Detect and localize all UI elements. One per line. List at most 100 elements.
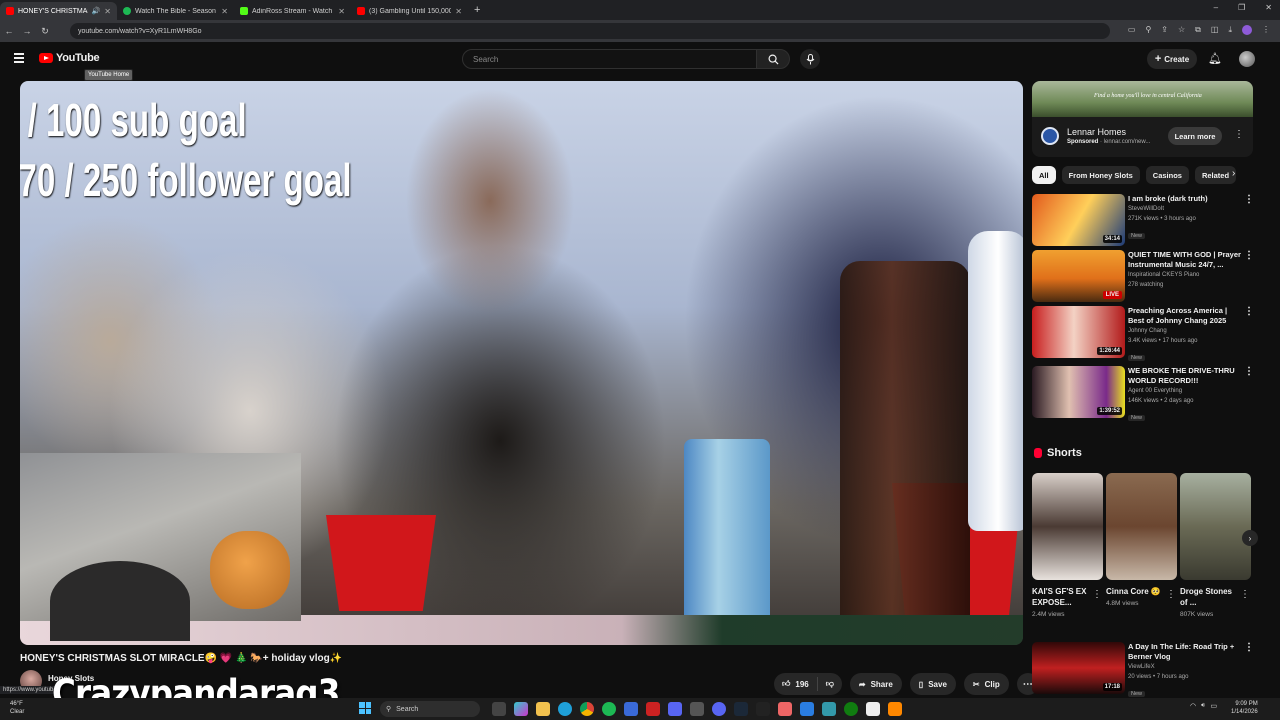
video-menu-icon[interactable]: ⋮: [1244, 194, 1254, 205]
short-thumbnail[interactable]: [1032, 473, 1103, 580]
app-icon[interactable]: [646, 702, 660, 716]
chip-from-channel[interactable]: From Honey Slots: [1061, 166, 1140, 184]
dislike-button[interactable]: 👎︎: [818, 679, 842, 689]
task-view-icon[interactable]: [492, 702, 506, 716]
ad-menu-icon[interactable]: ⋮: [1234, 129, 1244, 140]
cast-icon[interactable]: ▭: [1128, 25, 1136, 35]
browser-tab-3[interactable]: AdinRoss Stream - Watch Live ✕: [234, 2, 351, 20]
recommended-video[interactable]: 1:39:52 WE BROKE THE DRIVE-THRU WORLD RE…: [1032, 366, 1262, 421]
app-icon[interactable]: [624, 702, 638, 716]
video-thumbnail[interactable]: 34:14: [1032, 194, 1125, 246]
recommended-video[interactable]: 17:18 A Day In The Life: Road Trip + Ber…: [1032, 642, 1262, 697]
short-menu-icon[interactable]: ⋮: [1166, 589, 1176, 600]
maximize-icon[interactable]: ❐: [1238, 3, 1245, 12]
shorts-next-icon[interactable]: ›: [1242, 530, 1258, 546]
app-icon[interactable]: [778, 702, 792, 716]
chip-all[interactable]: All: [1032, 166, 1056, 184]
browser-tab-2[interactable]: Watch The Bible - Season 1 Fo ✕: [117, 2, 234, 20]
browser-tab-1[interactable]: HONEY'S CHRISTMAS SLOT 🔊 ✕: [0, 2, 117, 20]
video-player[interactable]: 0 / 100 sub goal 170 / 250 follower goal: [20, 81, 1023, 645]
forward-icon[interactable]: →: [18, 26, 36, 36]
video-thumbnail[interactable]: 1:39:52: [1032, 366, 1125, 418]
kick-icon[interactable]: [756, 702, 770, 716]
create-button[interactable]: + Create: [1147, 49, 1197, 69]
weather-widget[interactable]: 46°F Clear: [10, 700, 24, 716]
video-thumbnail[interactable]: 1:26:44: [1032, 306, 1125, 358]
wifi-icon[interactable]: ◠: [1190, 702, 1196, 710]
recommended-video[interactable]: 34:14 I am broke (dark truth) SteveWillD…: [1032, 194, 1262, 246]
close-tab-icon[interactable]: ✕: [104, 7, 111, 16]
bookmark-star-icon[interactable]: ☆: [1178, 25, 1185, 35]
chevron-right-icon[interactable]: ›: [1232, 168, 1235, 179]
notifications-bell-icon[interactable]: 🔔︎: [1208, 52, 1222, 65]
chip-casinos[interactable]: Casinos: [1145, 166, 1189, 184]
battery-icon[interactable]: ▭: [1211, 702, 1218, 710]
video-menu-icon[interactable]: ⋮: [1244, 366, 1254, 377]
xbox-icon[interactable]: [844, 702, 858, 716]
recommended-video[interactable]: 1:26:44 Preaching Across America | Best …: [1032, 306, 1262, 361]
close-window-icon[interactable]: ✕: [1265, 3, 1272, 12]
short-thumbnail[interactable]: [1106, 473, 1177, 580]
video-menu-icon[interactable]: ⋮: [1244, 642, 1254, 653]
clip-button[interactable]: ✂ Clip: [963, 673, 1009, 695]
volume-icon[interactable]: 🔉︎: [1201, 702, 1205, 710]
browser-menu-icon[interactable]: ⋮: [1262, 25, 1270, 35]
chip-related[interactable]: Related: [1194, 166, 1237, 184]
short-card[interactable]: KAI'S GF'S EX EXPOSE... 2.4M views ⋮: [1032, 473, 1103, 618]
close-tab-icon[interactable]: ✕: [455, 7, 462, 16]
video-menu-icon[interactable]: ⋮: [1244, 250, 1254, 261]
speaker-icon[interactable]: 🔊: [92, 7, 101, 15]
like-button[interactable]: 👍︎ 196: [774, 677, 818, 691]
edge-icon[interactable]: [558, 702, 572, 716]
video-thumbnail[interactable]: LIVE: [1032, 250, 1125, 302]
steam-icon[interactable]: [734, 702, 748, 716]
downloads-icon[interactable]: ⤓: [1228, 25, 1232, 35]
back-icon[interactable]: ←: [0, 26, 18, 36]
copilot-icon[interactable]: [514, 702, 528, 716]
taskbar-search[interactable]: ⚲ Search: [380, 701, 480, 717]
profile-icon[interactable]: [1242, 25, 1252, 35]
short-menu-icon[interactable]: ⋮: [1240, 589, 1250, 600]
recommended-video[interactable]: LIVE QUIET TIME WITH GOD | Prayer Instru…: [1032, 250, 1262, 302]
split-view-icon[interactable]: ◫: [1211, 25, 1219, 35]
file-explorer-icon[interactable]: [536, 702, 550, 716]
discord-icon[interactable]: [712, 702, 726, 716]
chrome-icon[interactable]: [580, 702, 594, 716]
close-tab-icon[interactable]: ✕: [338, 7, 345, 16]
url-field[interactable]: youtube.com/watch?v=XyR1LmWH8Go: [70, 23, 1110, 39]
short-card[interactable]: Droge Stones of ... 807K views ⋮: [1180, 473, 1251, 618]
spotify-icon[interactable]: [602, 702, 616, 716]
app-icon[interactable]: [822, 702, 836, 716]
account-avatar[interactable]: [1239, 51, 1255, 67]
video-menu-icon[interactable]: ⋮: [1244, 306, 1254, 317]
windows-start-icon[interactable]: [359, 702, 371, 714]
taskbar-clock[interactable]: 9:09 PM 1/14/2026: [1231, 700, 1258, 716]
menu-icon[interactable]: [14, 53, 24, 63]
browser-tab-4[interactable]: (3) Gambling Until 150,000 Sub ✕: [351, 2, 468, 20]
new-tab-icon[interactable]: +: [468, 4, 486, 16]
minimize-icon[interactable]: –: [1214, 3, 1218, 12]
reload-icon[interactable]: ↻: [36, 26, 54, 37]
extensions-icon[interactable]: ⧉: [1195, 25, 1201, 35]
app-icon[interactable]: [668, 702, 682, 716]
search-input[interactable]: Search: [462, 49, 758, 69]
youtube-logo[interactable]: YouTube: [39, 52, 100, 64]
app-icon[interactable]: [690, 702, 704, 716]
learn-more-button[interactable]: Learn more: [1168, 127, 1222, 145]
share-button[interactable]: ➦ Share: [849, 673, 902, 695]
short-thumbnail[interactable]: [1180, 473, 1251, 580]
app-icon[interactable]: [800, 702, 814, 716]
close-tab-icon[interactable]: ✕: [221, 7, 228, 16]
ad-banner-image[interactable]: Find a home you'll love in central Calif…: [1032, 81, 1253, 117]
save-button[interactable]: ▯ Save: [909, 673, 956, 695]
app-icon[interactable]: [866, 702, 880, 716]
search-button[interactable]: [756, 49, 790, 69]
short-menu-icon[interactable]: ⋮: [1092, 589, 1102, 600]
share-page-icon[interactable]: ⇪: [1161, 25, 1168, 35]
short-card[interactable]: Cinna Core 🥺 4.8M views ⋮: [1106, 473, 1177, 607]
app-icon[interactable]: [888, 702, 902, 716]
video-thumbnail[interactable]: 17:18: [1032, 642, 1125, 694]
voice-search-button[interactable]: [800, 49, 820, 69]
sponsored-ad-card[interactable]: Find a home you'll love in central Calif…: [1032, 81, 1253, 157]
zoom-icon[interactable]: ⚲: [1145, 25, 1151, 35]
